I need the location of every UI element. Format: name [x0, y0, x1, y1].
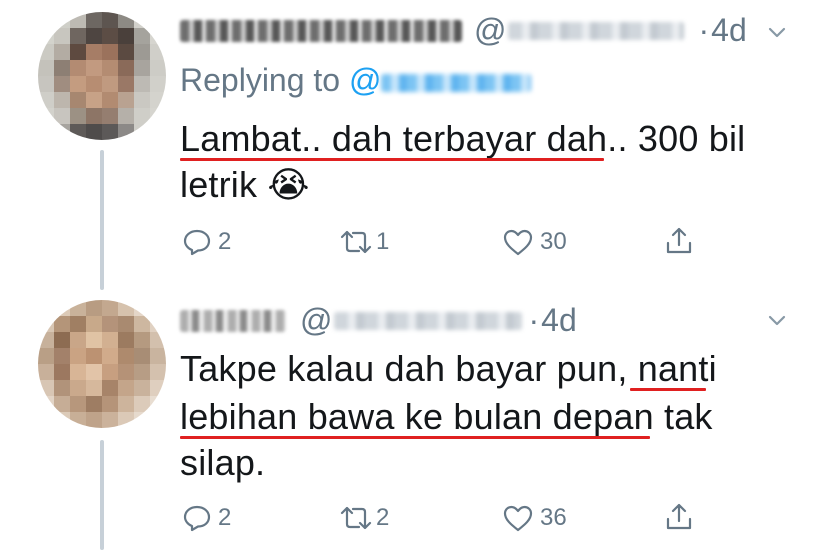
handle-at: @	[300, 302, 333, 338]
tweet-header: @ · 4d	[180, 12, 747, 49]
tweet-2[interactable]: @ · 4d Takpe kalau dah bayar pun, nanti …	[0, 290, 828, 550]
display-name[interactable]	[180, 19, 462, 42]
reply-icon	[183, 229, 211, 256]
tweet-text-line-2: letrik 😭	[180, 164, 310, 205]
highlight-underline	[630, 388, 706, 391]
retweet-count: 2	[376, 504, 390, 531]
timestamp[interactable]: 4d	[541, 302, 577, 339]
tweet-text-line-2: lebihan bawa ke bulan depan tak	[180, 396, 713, 437]
like-count: 36	[540, 504, 567, 531]
handle-at: @	[474, 12, 507, 48]
like-icon	[503, 505, 533, 532]
display-name[interactable]	[180, 309, 286, 332]
like-icon	[503, 229, 533, 256]
avatar[interactable]	[38, 300, 166, 428]
avatar[interactable]	[38, 12, 166, 140]
replying-to-mention[interactable]: @	[349, 62, 532, 98]
tweet-text-line-1: Takpe kalau dah bayar pun, nanti	[180, 348, 717, 389]
like-button[interactable]: 30	[502, 228, 567, 256]
retweet-button[interactable]: 2	[338, 504, 389, 532]
highlight-underline	[180, 436, 650, 439]
time-separator: ·	[528, 302, 540, 338]
retweet-button[interactable]: 1	[338, 228, 389, 256]
tweet-text-line-1: Lambat.. dah terbayar dah.. 300 bil	[180, 118, 746, 159]
tweet-header: @ · 4d	[180, 302, 577, 339]
replying-to-label: Replying to	[180, 62, 341, 98]
tweet-1[interactable]: @ · 4d Replying to @ Lambat.. dah terbay…	[0, 0, 828, 290]
thread-line	[100, 150, 104, 290]
chevron-down-icon[interactable]	[768, 312, 786, 330]
retweet-icon	[340, 230, 372, 254]
share-icon	[666, 227, 692, 254]
share-icon	[666, 503, 692, 530]
tweet-text-line-3: silap.	[180, 442, 266, 483]
handle[interactable]	[508, 21, 685, 40]
retweet-count: 1	[376, 228, 390, 255]
mention-handle-blurred	[381, 73, 532, 92]
reply-count: 2	[218, 504, 232, 531]
share-button[interactable]	[664, 226, 694, 256]
reply-count: 2	[218, 228, 232, 255]
handle[interactable]	[334, 311, 523, 330]
share-button[interactable]	[664, 502, 694, 532]
time-separator: ·	[698, 12, 710, 48]
reply-button[interactable]: 2	[182, 504, 231, 532]
chevron-down-icon[interactable]	[768, 24, 786, 42]
reply-icon	[183, 505, 211, 532]
timestamp[interactable]: 4d	[711, 12, 747, 49]
thread-line	[100, 440, 104, 550]
like-button[interactable]: 36	[502, 504, 567, 532]
retweet-icon	[340, 506, 372, 530]
like-count: 30	[540, 228, 567, 255]
highlight-underline	[180, 158, 604, 161]
replying-to: Replying to @	[180, 62, 532, 99]
reply-button[interactable]: 2	[182, 228, 231, 256]
